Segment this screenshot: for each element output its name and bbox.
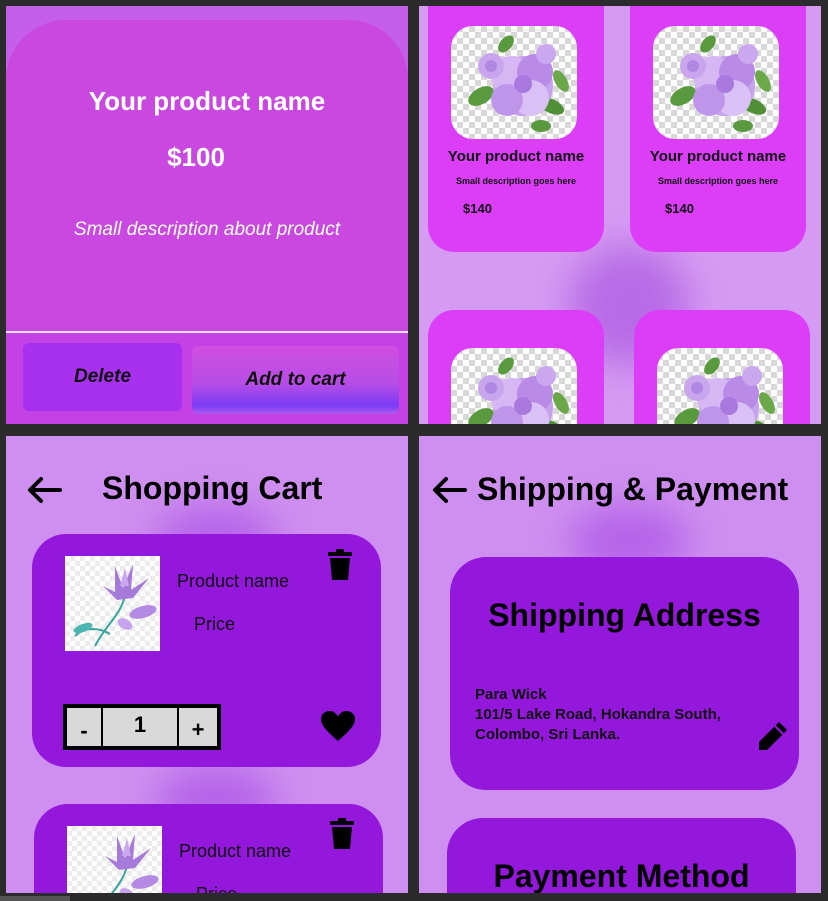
quantity-value: 1 [133,712,147,737]
cart-item-name: Product name [177,571,290,591]
heart-icon[interactable] [320,710,356,742]
page-title: Shipping & Payment [477,471,789,507]
shipping-address-card: Shipping Address Para Wick 101/5 Lake Ro… [450,557,799,790]
product-card-name: Your product name [649,148,787,165]
quantity-stepper: - 1 + [63,704,221,750]
trash-icon[interactable] [326,549,354,581]
shipping-address-title: Shipping Address [488,597,761,633]
cart-item-price: Price [196,884,237,893]
shipping-payment-panel: Shipping & Payment Shipping Address Para… [419,436,821,893]
cart-item-image [67,826,162,893]
back-arrow-icon[interactable] [26,476,62,504]
increment-button[interactable]: + [177,708,217,746]
cart-item: Product name Price - 1 + [32,534,381,767]
add-to-cart-button[interactable]: Add to cart [192,346,399,414]
address-line: Colombo, Sri Lanka. [475,726,621,743]
shipping-address: Para Wick 101/5 Lake Road, Hokandra Sout… [475,685,721,745]
product-card[interactable] [428,310,604,424]
product-card-description: Small description goes here [455,176,577,186]
product-card-name: Your product name [447,148,585,165]
address-line: 101/5 Lake Road, Hokandra South, [475,706,721,723]
payment-method-card: Payment Method [447,818,796,893]
cart-item-price: Price [194,614,236,634]
back-arrow-icon[interactable] [431,476,467,504]
page-title: Shopping Cart [102,470,323,506]
product-card[interactable]: Your product name Small description goes… [630,6,806,252]
cart-item: Product name Price [34,804,383,893]
product-card[interactable] [634,310,810,424]
delete-button[interactable]: Delete [23,343,182,411]
product-detail-card [6,20,408,336]
product-name: Your product name [88,86,326,116]
decrement-button[interactable]: - [67,708,103,746]
trash-icon[interactable] [328,818,356,850]
cart-item-name: Product name [179,841,292,861]
product-card[interactable]: Your product name Small description goes… [428,6,604,252]
product-card-price: $140 [463,201,492,216]
product-image [451,26,577,139]
scrollbar [0,896,70,901]
edit-pencil-icon[interactable] [755,720,789,754]
product-card-price: $140 [665,201,694,216]
shopping-cart-panel: Shopping Cart Product name Price - 1 + P… [6,436,408,893]
product-card-description: Small description goes here [657,176,779,186]
address-line: Para Wick [475,686,547,703]
product-price: $100 [167,142,225,172]
product-grid-panel: Your product name Small description goes… [419,6,821,424]
product-image [451,348,577,424]
cart-item-image [65,556,160,651]
payment-method-title: Payment Method [493,858,750,893]
product-image [657,348,783,424]
product-detail-panel: Your product name $100 Small description… [6,6,408,424]
product-description: Small description about product [73,219,341,240]
product-image [653,26,779,139]
